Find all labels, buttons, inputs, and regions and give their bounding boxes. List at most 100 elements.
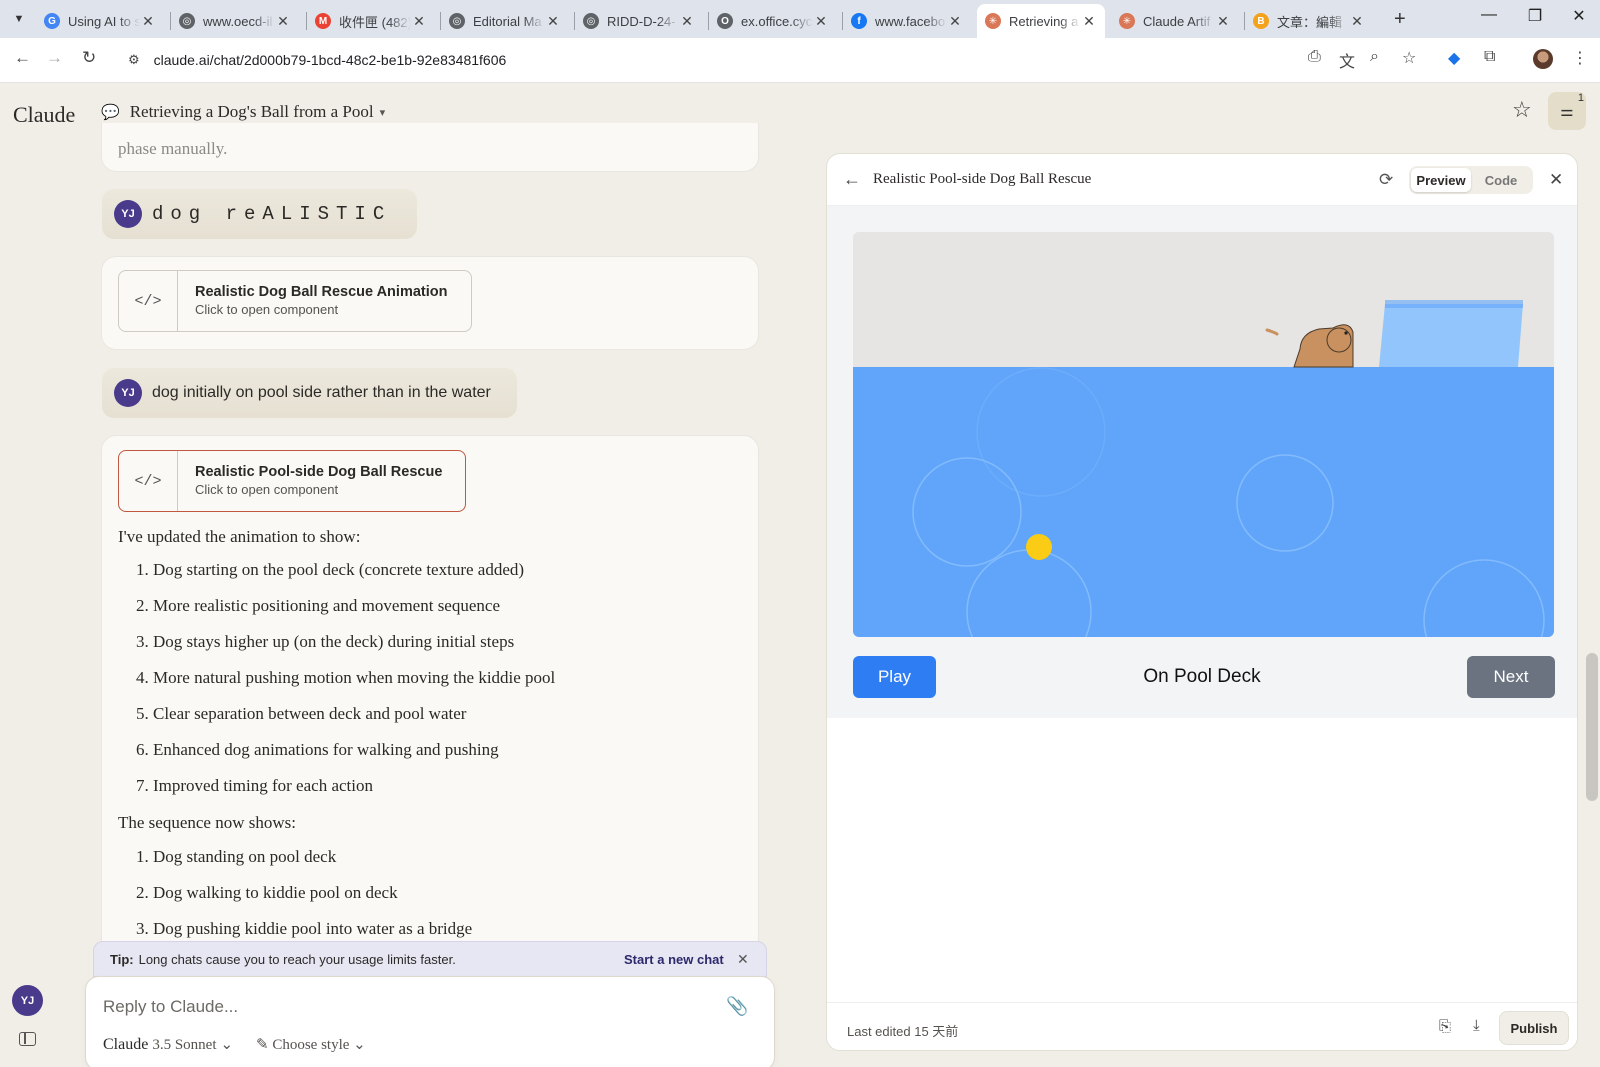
zoom-icon[interactable]: ⌕: [1370, 48, 1379, 66]
kiddie-pool: [1379, 300, 1523, 367]
tip-close-icon[interactable]: ✕: [737, 951, 749, 968]
artifact-panel-footer: Last edited 15 天前 ⎘ ⤓ Publish: [827, 1002, 1577, 1050]
tab-title: ex.office.cyc: [741, 13, 813, 29]
window-close-icon[interactable]: ✕: [1556, 6, 1600, 26]
translate-icon[interactable]: 文: [1339, 48, 1355, 72]
browser-tab[interactable]: ✳ Claude Artif ✕: [1111, 4, 1239, 38]
close-panel-icon[interactable]: ✕: [1549, 170, 1563, 190]
reply-composer[interactable]: Reply to Claude... 📎 Claude 3.5 Sonnet ⌄…: [85, 976, 775, 1067]
tab-title: www.facebo: [875, 13, 946, 29]
start-new-chat-link[interactable]: Start a new chat: [624, 952, 724, 967]
url-omnibox[interactable]: ⚙ claude.ai/chat/2d000b79-1bcd-48c2-be1b…: [116, 44, 1478, 76]
tab-title: 收件匣 (482): [339, 14, 411, 30]
artifact-panel: ← Realistic Pool-side Dog Ball Rescue ⟳ …: [826, 153, 1578, 1051]
new-tab-plus-icon[interactable]: +: [1394, 8, 1406, 31]
tab-close-icon[interactable]: ✕: [411, 13, 427, 30]
browser-tab[interactable]: ◎ www.oecd-il ✕: [171, 4, 299, 38]
tab-close-icon[interactable]: ✕: [947, 13, 963, 30]
play-button[interactable]: Play: [853, 656, 936, 698]
step-label: On Pool Deck: [1143, 666, 1261, 687]
url-text: claude.ai/chat/2d000b79-1bcd-48c2-be1b-9…: [153, 52, 507, 68]
artifact-card[interactable]: </> Realistic Dog Ball Rescue Animation …: [118, 270, 472, 332]
tab-favicon-icon: ◎: [179, 13, 195, 29]
browser-tab[interactable]: ◎ Editorial Ma ✕: [441, 4, 569, 38]
publish-button[interactable]: Publish: [1499, 1011, 1569, 1045]
tab-separator: [574, 12, 575, 30]
chat-title-text: Retrieving a Dog's Ball from a Pool: [129, 102, 374, 121]
install-app-icon[interactable]: ⎙: [1308, 48, 1321, 66]
chat-bubble-icon: 💬: [101, 104, 120, 121]
tab-separator: [842, 12, 843, 30]
list-item: 1. Dog standing on pool deck: [136, 847, 337, 866]
attach-paperclip-icon[interactable]: 📎: [726, 996, 748, 1017]
next-button[interactable]: Next: [1467, 656, 1555, 698]
tab-title: Claude Artif: [1143, 13, 1211, 29]
user-message: YJ dog initially on pool side rather tha…: [102, 368, 517, 418]
extension-diamond-icon[interactable]: ◆: [1448, 48, 1460, 68]
tab-separator: [440, 12, 441, 30]
user-avatar-small: YJ: [114, 379, 142, 407]
tab-close-icon[interactable]: ✕: [275, 13, 291, 30]
tab-title: www.oecd-il: [203, 13, 273, 29]
browser-tab[interactable]: ✳ Retrieving a ✕: [977, 4, 1105, 38]
chat-controls-button[interactable]: ⚌ 1: [1548, 92, 1586, 130]
user-avatar[interactable]: YJ: [12, 985, 43, 1016]
artifact-panel-header: ← Realistic Pool-side Dog Ball Rescue ⟳ …: [827, 154, 1577, 206]
tab-preview[interactable]: Preview: [1411, 168, 1471, 192]
tab-close-icon[interactable]: ✕: [679, 13, 695, 30]
browser-tab[interactable]: ◎ RIDD-D-24- ✕: [575, 4, 703, 38]
tab-title: Editorial Ma: [473, 13, 542, 29]
sliders-icon: ⚌: [1560, 103, 1574, 120]
refresh-icon[interactable]: ⟳: [1379, 170, 1393, 190]
minimize-icon[interactable]: —: [1466, 6, 1512, 24]
tab-close-icon[interactable]: ✕: [1349, 13, 1365, 30]
forward-arrow-icon[interactable]: →: [46, 48, 63, 68]
model-version: 3.5 Sonnet: [152, 1037, 217, 1053]
site-info-icon[interactable]: ⚙: [128, 52, 140, 68]
tab-favicon-icon: ✳: [1119, 13, 1135, 29]
browser-menu-icon[interactable]: ⋮: [1572, 48, 1588, 68]
list-item: 6. Enhanced dog animations for walking a…: [136, 740, 499, 759]
browser-tab[interactable]: M 收件匣 (482) ✕: [307, 4, 435, 38]
pool-water: [853, 367, 1554, 637]
tab-close-icon[interactable]: ✕: [545, 13, 561, 30]
profile-avatar[interactable]: [1533, 49, 1553, 69]
browser-tab[interactable]: B 文章：編輯 ✕: [1245, 4, 1373, 38]
copy-icon[interactable]: ⎘: [1439, 1018, 1451, 1035]
tab-title: Retrieving a: [1009, 13, 1079, 29]
download-icon[interactable]: ⤓: [1473, 1017, 1480, 1034]
reply-input[interactable]: Reply to Claude...: [103, 997, 238, 1017]
list-item: 2. Dog walking to kiddie pool on deck: [136, 883, 398, 902]
tab-search-chevron-icon[interactable]: ▼: [8, 8, 30, 30]
tab-favicon-icon: G: [44, 13, 60, 29]
tab-close-icon[interactable]: ✕: [813, 13, 829, 30]
chat-title-dropdown[interactable]: 💬 Retrieving a Dog's Ball from a Pool ▾: [101, 102, 385, 122]
tab-close-icon[interactable]: ✕: [1215, 13, 1231, 30]
user-message: YJ dog reALISTIC: [102, 189, 418, 239]
ball: [1026, 534, 1052, 560]
artifact-subtitle: Click to open component: [195, 482, 339, 497]
restore-icon[interactable]: ❐: [1512, 6, 1558, 26]
extensions-puzzle-icon[interactable]: ⧉: [1484, 48, 1495, 66]
reload-icon[interactable]: ↻: [82, 48, 96, 68]
tab-favicon-icon: B: [1253, 13, 1269, 29]
tab-favicon-icon: O: [717, 13, 733, 29]
browser-tab[interactable]: f www.facebo ✕: [843, 4, 971, 38]
browser-tab[interactable]: Oex.office.cyc ✕: [709, 4, 837, 38]
model-selector[interactable]: Claude 3.5 Sonnet ⌄: [103, 1035, 233, 1054]
browser-tab[interactable]: G Using AI to s ✕: [36, 4, 164, 38]
tab-code[interactable]: Code: [1471, 168, 1531, 192]
tip-label: Tip:: [110, 951, 134, 967]
bookmark-star-icon[interactable]: ☆: [1402, 48, 1416, 68]
sidebar-toggle-icon[interactable]: [19, 1032, 36, 1046]
code-icon: </>: [119, 451, 178, 511]
tab-close-icon[interactable]: ✕: [140, 13, 156, 30]
page-scrollbar[interactable]: [1586, 653, 1598, 801]
back-arrow-icon[interactable]: ←: [14, 48, 31, 68]
tab-favicon-icon: ◎: [583, 13, 599, 29]
favorite-star-icon[interactable]: ☆: [1512, 97, 1532, 123]
back-arrow-icon[interactable]: ←: [843, 169, 861, 190]
artifact-card-selected[interactable]: </> Realistic Pool-side Dog Ball Rescue …: [118, 450, 466, 512]
style-selector[interactable]: ✎ Choose style ⌄: [256, 1035, 366, 1054]
tab-close-icon[interactable]: ✕: [1081, 13, 1097, 30]
